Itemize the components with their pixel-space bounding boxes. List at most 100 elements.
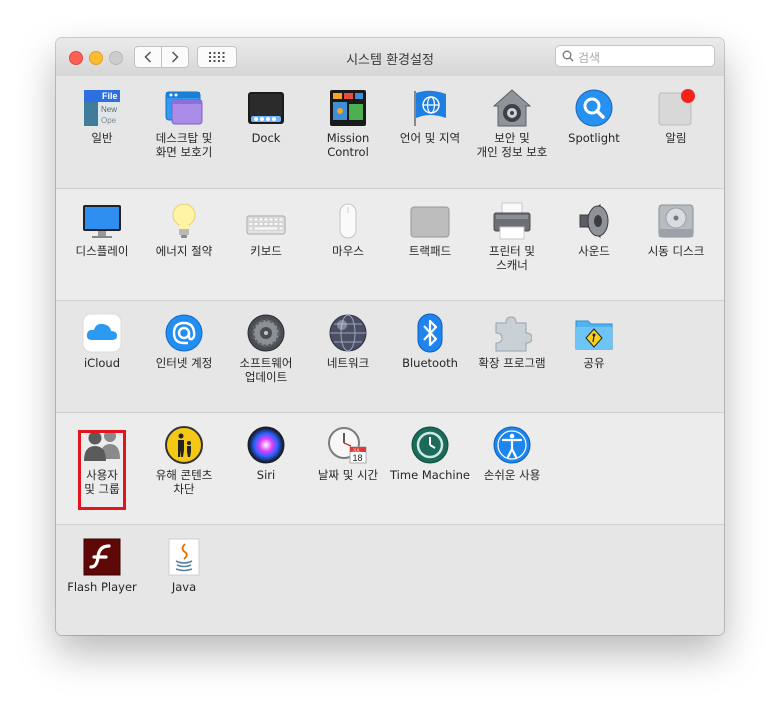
pref-label: Time Machine (390, 468, 470, 482)
pref-spotlight[interactable]: Spotlight (553, 88, 635, 184)
pref-label: 언어 및 지역 (399, 131, 461, 145)
preferences-row-5: Flash Player Java (56, 524, 724, 635)
parental-controls-icon (164, 425, 204, 465)
pref-keyboard[interactable]: 키보드 (225, 201, 307, 297)
lightbulb-icon (164, 201, 204, 241)
pref-desktop-screensaver[interactable]: 데스크탑 및 화면 보호기 (143, 88, 225, 184)
pref-label: Spotlight (568, 131, 620, 145)
pref-date-time[interactable]: JUL 18 날짜 및 시간 (307, 425, 389, 521)
pref-label: Dock (251, 131, 281, 145)
pref-label: Java (171, 580, 197, 594)
pref-startup-disk[interactable]: 시동 디스크 (635, 201, 717, 297)
general-icon: File New Ope (82, 88, 122, 128)
globe-flag-icon (410, 88, 450, 128)
pref-label: 디스플레이 (75, 244, 129, 258)
preferences-row-4: 사용자 및 그룹 유해 콘텐츠 차단 Siri JUL 18 날짜 및 시간 T… (56, 412, 724, 524)
printer-icon (492, 201, 532, 241)
sharing-folder-icon (574, 313, 614, 353)
pref-label: 일반 (91, 131, 113, 145)
pref-label: Siri (256, 468, 276, 482)
mission-control-icon (328, 88, 368, 128)
pref-displays[interactable]: 디스플레이 (61, 201, 143, 297)
pref-label: 네트워크 (326, 356, 370, 370)
search-icon (562, 50, 574, 62)
keyboard-icon (246, 201, 286, 241)
pref-language-region[interactable]: 언어 및 지역 (389, 88, 471, 184)
desktop-screensaver-icon (164, 88, 204, 128)
flash-player-icon (82, 537, 122, 577)
pref-sound[interactable]: 사운드 (553, 201, 635, 297)
general-icon-open-text: Ope (101, 116, 117, 125)
pref-general[interactable]: File New Ope 일반 (61, 88, 143, 184)
pref-label: 에너지 절약 (155, 244, 213, 258)
pref-label: 손쉬운 사용 (483, 468, 541, 482)
pref-label: 유해 콘텐츠 차단 (155, 468, 213, 496)
pref-printers-scanners[interactable]: 프린터 및 스캐너 (471, 201, 553, 297)
pref-mouse[interactable]: 마우스 (307, 201, 389, 297)
pref-label: Flash Player (67, 580, 137, 594)
pref-software-update[interactable]: 소프트웨어 업데이트 (225, 313, 307, 409)
java-icon (164, 537, 204, 577)
bluetooth-icon (410, 313, 450, 353)
hard-disk-icon (656, 201, 696, 241)
pref-sharing[interactable]: 공유 (553, 313, 635, 409)
pref-label: 보안 및 개인 정보 보호 (476, 131, 548, 159)
pref-security-privacy[interactable]: 보안 및 개인 정보 보호 (471, 88, 553, 184)
pref-bluetooth[interactable]: Bluetooth (389, 313, 471, 409)
pref-siri[interactable]: Siri (225, 425, 307, 521)
dock-icon (246, 88, 286, 128)
siri-icon (246, 425, 286, 465)
calendar-day-text: 18 (353, 453, 363, 463)
pref-accessibility[interactable]: 손쉬운 사용 (471, 425, 553, 521)
speaker-icon (574, 201, 614, 241)
title-bar: 시스템 환경설정 검색 (56, 38, 724, 77)
icloud-icon (82, 313, 122, 353)
pref-dock[interactable]: Dock (225, 88, 307, 184)
pref-extensions[interactable]: 확장 프로그램 (471, 313, 553, 409)
time-machine-icon (410, 425, 450, 465)
system-preferences-window: 시스템 환경설정 검색 File New Ope 일반 데스크탑 및 화면 보호… (56, 38, 724, 635)
notifications-icon (656, 88, 696, 128)
preferences-row-1: File New Ope 일반 데스크탑 및 화면 보호기 Dock Missi… (56, 76, 724, 188)
general-icon-file-text: File (102, 91, 118, 101)
pref-label: 프린터 및 스캐너 (489, 244, 535, 272)
preferences-row-3: iCloud 인터넷 계정 소프트웨어 업데이트 네트워크 Bluetooth … (56, 300, 724, 412)
pref-label: 마우스 (332, 244, 364, 258)
pref-network[interactable]: 네트워크 (307, 313, 389, 409)
search-field[interactable]: 검색 (555, 45, 715, 67)
selection-highlight (78, 430, 126, 510)
pref-label: 확장 프로그램 (478, 356, 546, 370)
pref-notifications[interactable]: 알림 (635, 88, 717, 184)
pref-label: 알림 (665, 131, 687, 145)
pref-label: 키보드 (250, 244, 282, 258)
security-house-icon (492, 88, 532, 128)
pref-label: iCloud (83, 356, 121, 370)
at-sign-icon (164, 313, 204, 353)
trackpad-icon (410, 201, 450, 241)
spotlight-icon (574, 88, 614, 128)
network-globe-icon (328, 313, 368, 353)
pref-label: 시동 디스크 (647, 244, 705, 258)
pref-java[interactable]: Java (143, 537, 225, 633)
display-icon (82, 201, 122, 241)
preferences-row-2: 디스플레이 에너지 절약 키보드 마우스 트랙패드 프린터 및 스캐너 사운드 … (56, 188, 724, 300)
pref-label: 날짜 및 시간 (317, 468, 379, 482)
general-icon-new-text: New (101, 105, 117, 114)
pref-label: Bluetooth (402, 356, 458, 370)
pref-label: 인터넷 계정 (155, 356, 213, 370)
pref-mission-control[interactable]: Mission Control (307, 88, 389, 184)
pref-trackpad[interactable]: 트랙패드 (389, 201, 471, 297)
search-placeholder: 검색 (578, 51, 601, 65)
gear-icon (246, 313, 286, 353)
pref-label: 공유 (583, 356, 605, 370)
pref-flash-player[interactable]: Flash Player (61, 537, 143, 633)
pref-icloud[interactable]: iCloud (61, 313, 143, 409)
pref-internet-accounts[interactable]: 인터넷 계정 (143, 313, 225, 409)
pref-parental-controls[interactable]: 유해 콘텐츠 차단 (143, 425, 225, 521)
pref-energy-saver[interactable]: 에너지 절약 (143, 201, 225, 297)
pref-label: 사운드 (578, 244, 610, 258)
pref-label: 트랙패드 (408, 244, 452, 258)
mouse-icon (328, 201, 368, 241)
calendar-month-text: JUL (353, 448, 361, 453)
pref-time-machine[interactable]: Time Machine (389, 425, 471, 521)
